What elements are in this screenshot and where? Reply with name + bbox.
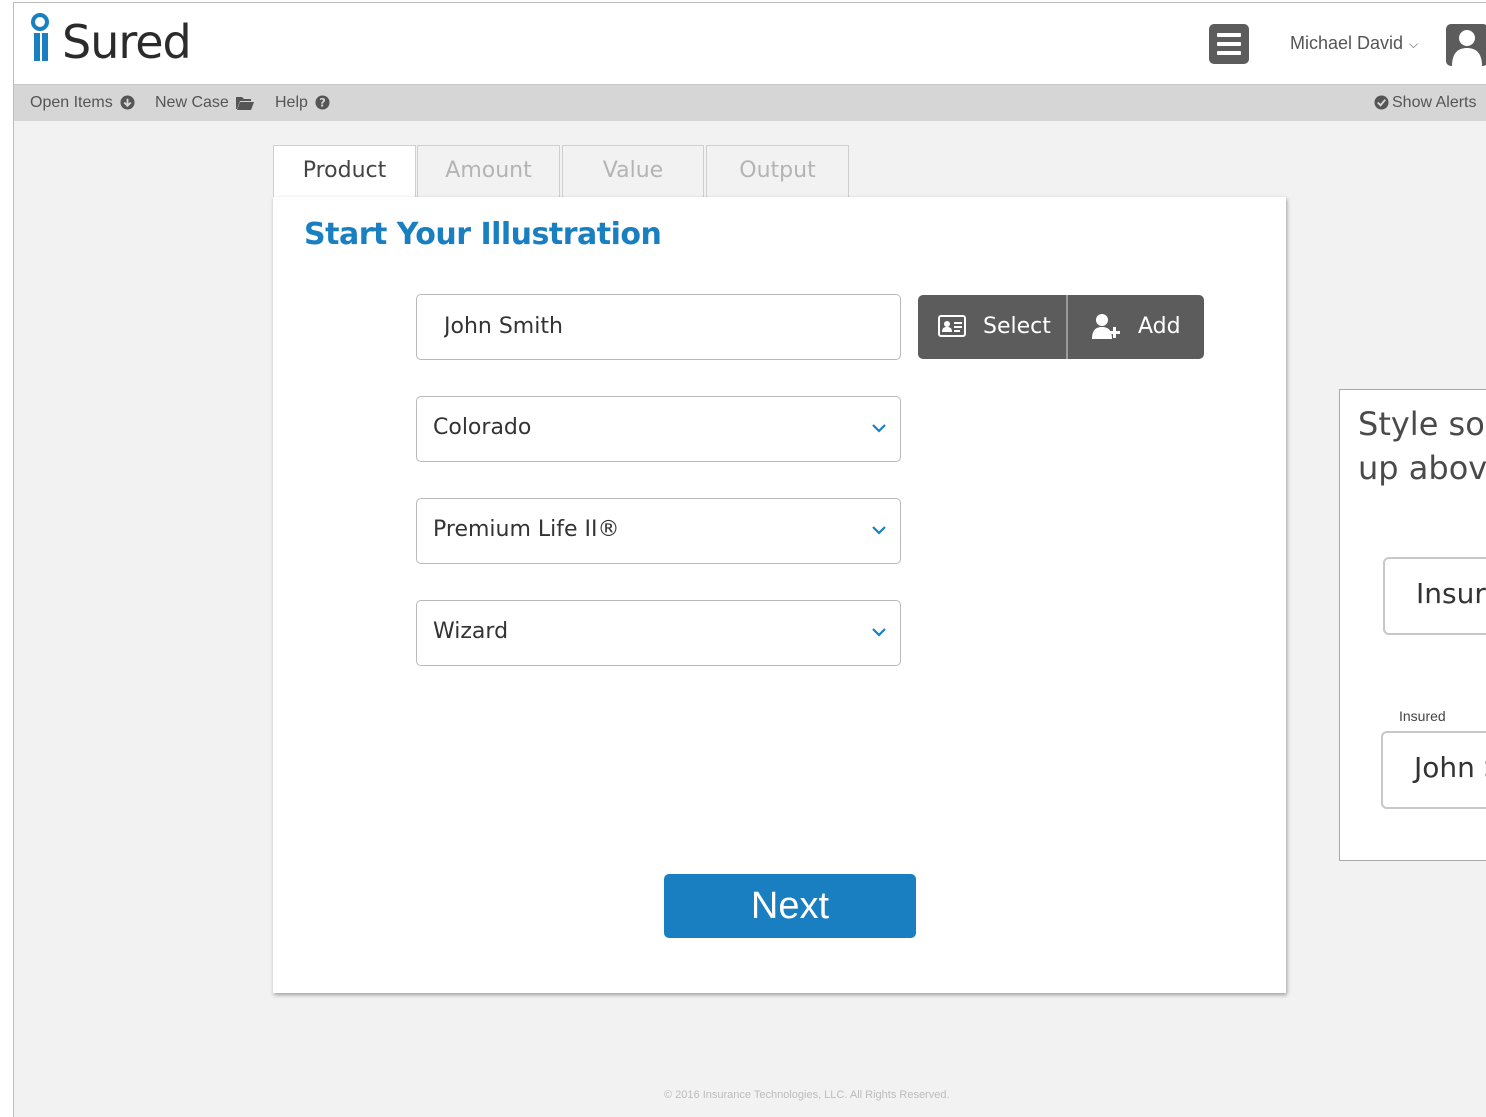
page-title: Start Your Illustration: [304, 217, 662, 252]
state-select[interactable]: Colorado: [416, 396, 901, 462]
add-label: Add: [1138, 314, 1181, 339]
new-case-label: New Case: [155, 94, 229, 111]
chevron-down-icon: ⌵: [1409, 36, 1419, 51]
next-button[interactable]: Next: [664, 874, 916, 938]
footer-copyright: © 2016 Insurance Technologies, LLC. All …: [664, 1089, 950, 1101]
note-sample-value: John S: [1414, 751, 1486, 784]
logo-text: Sured: [62, 15, 192, 69]
menu-bar: [1217, 33, 1241, 37]
show-alerts-label: Show Alerts: [1392, 94, 1477, 111]
note-sample-field: Insure: [1383, 557, 1486, 635]
address-card-icon: [938, 315, 966, 337]
app-frame: Sured Michael David ⌵ Open Items New Cas…: [13, 2, 1486, 1117]
check-circle-icon: [1374, 95, 1389, 110]
client-name-input[interactable]: [417, 295, 884, 357]
question-circle-icon: ?: [315, 95, 330, 110]
user-icon: [1452, 30, 1482, 66]
client-actions: Select Add: [918, 295, 1204, 359]
tab-value[interactable]: Value: [562, 145, 704, 197]
avatar[interactable]: [1446, 24, 1486, 66]
show-alerts-link[interactable]: Show Alerts: [1374, 94, 1476, 112]
secondary-nav: Open Items New Case Help ? Show Alerts: [14, 85, 1486, 121]
help-label: Help: [275, 94, 308, 111]
note-text: Style so t up above: [1358, 405, 1486, 487]
user-plus-icon: [1092, 314, 1120, 339]
help-link[interactable]: Help ?: [275, 94, 330, 112]
tab-product[interactable]: Product: [273, 145, 416, 199]
add-user-button[interactable]: Add: [1068, 295, 1204, 359]
menu-bar: [1217, 42, 1241, 46]
tab-output[interactable]: Output: [706, 145, 849, 197]
hamburger-menu-button[interactable]: [1209, 24, 1249, 64]
client-name-field[interactable]: [416, 294, 901, 360]
illustration-card: Start Your Illustration Select: [273, 197, 1286, 993]
state-value: Colorado: [433, 415, 532, 440]
folder-open-icon: [236, 96, 255, 110]
select-button[interactable]: Select: [918, 295, 1066, 359]
note-sample-text: Insure: [1416, 577, 1486, 610]
note-field-label: Insured: [1399, 708, 1446, 724]
new-case-link[interactable]: New Case: [155, 94, 255, 112]
menu-bar: [1217, 51, 1241, 55]
logo-mark-icon: [31, 13, 49, 61]
mode-value: Wizard: [433, 619, 509, 644]
tab-amount[interactable]: Amount: [417, 145, 560, 197]
user-name: Michael David: [1290, 33, 1404, 53]
open-items-link[interactable]: Open Items: [30, 94, 135, 112]
mode-select[interactable]: Wizard: [416, 600, 901, 666]
product-select[interactable]: Premium Life II®: [416, 498, 901, 564]
isured-logo[interactable]: Sured: [30, 13, 200, 69]
chevron-down-icon: [872, 424, 886, 433]
note-sample-field-labeled: John S: [1381, 731, 1486, 809]
chevron-down-icon: [872, 526, 886, 535]
arrow-circle-down-icon: [120, 95, 135, 110]
product-value: Premium Life II®: [433, 517, 620, 542]
svg-text:?: ?: [320, 97, 327, 110]
app-header: Sured Michael David ⌵: [14, 3, 1486, 85]
chevron-down-icon: [872, 628, 886, 637]
user-menu[interactable]: Michael David ⌵: [1290, 33, 1418, 54]
annotation-note: Style so t up above Insure Insured John …: [1339, 389, 1486, 861]
select-label: Select: [983, 314, 1051, 339]
open-items-label: Open Items: [30, 94, 113, 111]
